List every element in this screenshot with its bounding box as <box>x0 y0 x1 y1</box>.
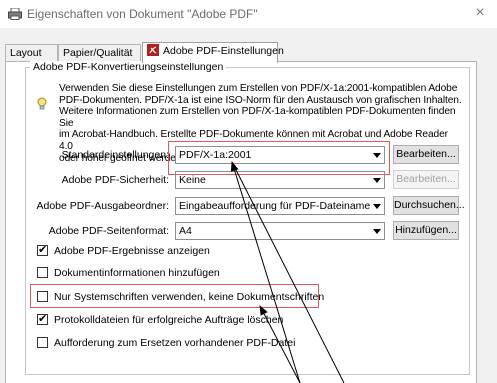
add-page-size-button[interactable]: Hinzufügen... <box>393 221 459 240</box>
checkbox-label: Protokolldateien für erfolgreiche Aufträ… <box>54 314 284 326</box>
output-folder-select[interactable]: Eingabeaufforderung für PDF-Dateiname <box>175 197 385 215</box>
properties-dialog: Eigenschaften von Dokument "Adobe PDF" ×… <box>0 0 497 383</box>
select-value: A4 <box>179 225 192 237</box>
select-value: Eingabeaufforderung für PDF-Dateiname <box>179 200 371 212</box>
close-icon[interactable]: × <box>471 4 489 22</box>
standard-settings-label: Standardeinstellungen: <box>61 149 169 161</box>
window-title: Eigenschaften von Dokument "Adobe PDF" <box>27 7 258 21</box>
chevron-down-icon <box>373 204 381 209</box>
page-size-select[interactable]: A4 <box>175 222 385 240</box>
lightbulb-icon <box>37 97 47 110</box>
edit-standard-button[interactable]: Bearbeiten... <box>393 145 459 164</box>
chevron-down-icon <box>373 178 381 183</box>
checkbox-ask-replace[interactable]: Aufforderung zum Ersetzen vorhandener PD… <box>37 337 295 349</box>
highlight-standard-settings <box>168 141 390 175</box>
printer-icon <box>8 8 22 20</box>
checkbox-box[interactable] <box>37 337 48 348</box>
tab-layout[interactable]: Layout <box>5 44 58 61</box>
title-bar: Eigenschaften von Dokument "Adobe PDF" × <box>0 0 497 28</box>
pdf-security-label: Adobe PDF-Sicherheit: <box>61 174 169 186</box>
checkbox-label: Dokumentinformationen hinzufügen <box>54 267 220 279</box>
info-line: Verwenden Sie diese Einstellungen zum Er… <box>59 83 458 94</box>
tab-label: Layout <box>10 47 42 59</box>
checkbox-show-results[interactable]: Adobe PDF-Ergebnisse anzeigen <box>37 243 210 257</box>
select-value: Keine <box>179 174 206 186</box>
adobe-pdf-icon <box>147 44 159 56</box>
checkbox-add-doc-info[interactable]: Dokumentinformationen hinzufügen <box>37 267 220 279</box>
edit-security-button[interactable]: Bearbeiten... <box>393 170 459 189</box>
page-size-label: Adobe PDF-Seitenformat: <box>48 225 169 237</box>
checkbox-label: Aufforderung zum Ersetzen vorhandener PD… <box>54 337 296 349</box>
tab-paper-quality[interactable]: Papier/Qualität <box>58 44 141 61</box>
info-line: PDF-Dokumenten. PDF/X-1a ist eine ISO-No… <box>59 94 462 106</box>
checkbox-box[interactable] <box>37 312 48 325</box>
checkbox-label: Adobe PDF-Ergebnisse anzeigen <box>54 245 210 257</box>
info-line: Weitere Informationen zum Erstellen von … <box>59 106 456 129</box>
checkbox-delete-logs[interactable]: Protokolldateien für erfolgreiche Aufträ… <box>37 312 284 326</box>
tab-label: Papier/Qualität <box>63 47 133 59</box>
browse-button[interactable]: Durchsuchen... <box>393 196 465 215</box>
chevron-down-icon <box>373 229 381 234</box>
checkbox-box[interactable] <box>37 243 48 256</box>
tab-label: Adobe PDF-Einstellungen <box>163 45 284 57</box>
highlight-system-fonts <box>30 284 319 308</box>
output-folder-label: Adobe PDF-Ausgabeordner: <box>36 200 170 212</box>
tab-adobe-pdf-settings[interactable]: Adobe PDF-Einstellungen <box>142 42 284 63</box>
checkbox-box[interactable] <box>37 267 48 278</box>
